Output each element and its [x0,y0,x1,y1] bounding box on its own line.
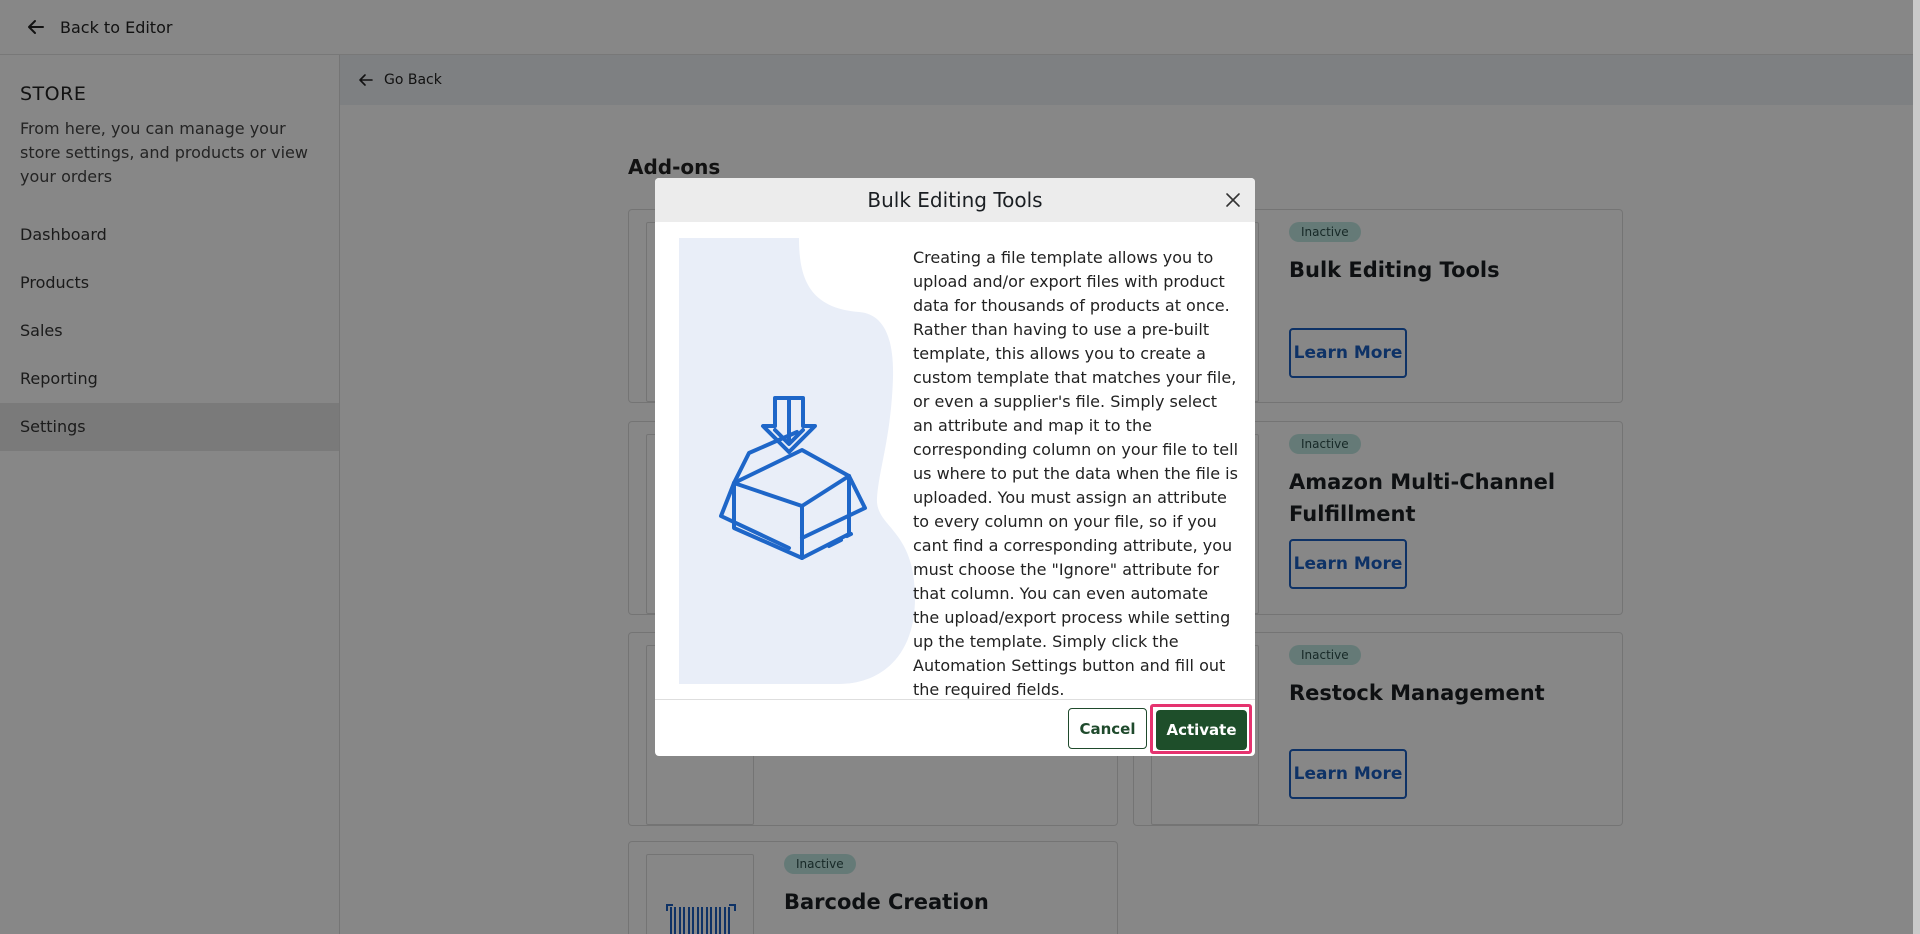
modal-title: Bulk Editing Tools [867,188,1043,212]
modal-body: Creating a file template allows you to u… [655,222,1255,702]
modal-description: Creating a file template allows you to u… [913,248,1239,699]
modal-header: Bulk Editing Tools [655,178,1255,222]
modal-footer: Cancel Activate [655,699,1255,756]
activate-button-highlight: Activate [1150,704,1252,754]
bulk-editing-modal: Bulk Editing Tools Creating a file templ… [655,178,1255,756]
close-icon[interactable] [1225,192,1241,208]
activate-button[interactable]: Activate [1156,710,1247,750]
cancel-button[interactable]: Cancel [1068,708,1147,749]
box-download-icon [679,238,915,684]
scrollbar[interactable] [1913,0,1920,934]
